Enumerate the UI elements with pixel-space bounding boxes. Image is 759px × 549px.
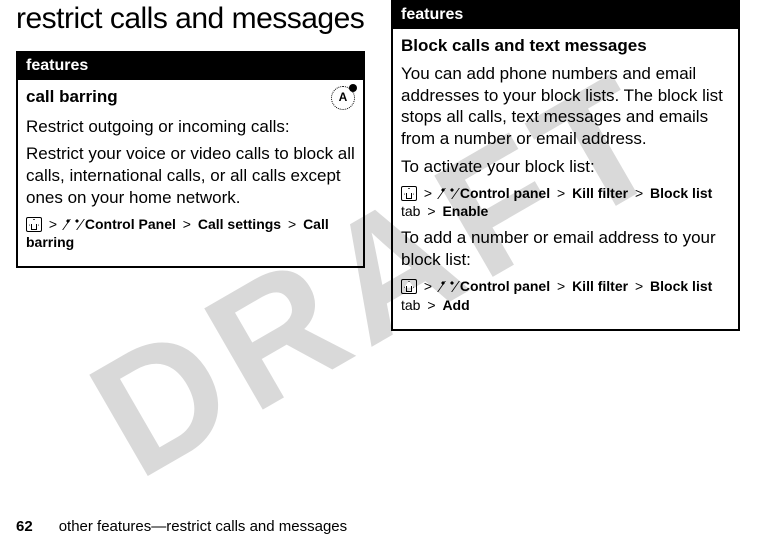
- feature-activate-intro: To activate your block list:: [401, 156, 730, 178]
- separator: >: [424, 297, 438, 313]
- separator: >: [424, 203, 438, 219]
- path-tab: tab: [401, 203, 420, 219]
- tools-icon: [64, 217, 81, 232]
- features-header: features: [18, 53, 363, 80]
- path-tab: tab: [401, 297, 420, 313]
- tools-icon: [439, 279, 456, 294]
- page-number: 62: [16, 518, 33, 535]
- home-icon: [26, 217, 42, 232]
- path-step: Control panel: [460, 185, 550, 201]
- separator: >: [421, 278, 435, 294]
- home-icon: [401, 279, 417, 294]
- separator: >: [421, 185, 435, 201]
- home-icon: [401, 186, 417, 201]
- feature-desc: You can add phone numbers and email addr…: [401, 63, 730, 150]
- path-step: Kill filter: [572, 278, 628, 294]
- separator: >: [554, 185, 568, 201]
- path-step: Enable: [442, 203, 488, 219]
- section-title: restrict calls and messages: [16, 2, 365, 37]
- path-step: Block list: [650, 278, 712, 294]
- features-box-left: features call barring Restrict outgoing …: [16, 51, 365, 269]
- separator: >: [632, 278, 646, 294]
- features-header: features: [393, 2, 738, 29]
- feature-add-intro: To add a number or email address to your…: [401, 227, 730, 271]
- path-step: Block list: [650, 185, 712, 201]
- separator: >: [285, 216, 299, 232]
- feature-intro: Restrict outgoing or incoming calls:: [26, 116, 355, 138]
- feature-desc: Restrict your voice or video calls to bl…: [26, 143, 355, 208]
- page-content: restrict calls and messages features cal…: [0, 0, 759, 549]
- left-column: restrict calls and messages features cal…: [16, 0, 365, 331]
- separator: >: [46, 216, 60, 232]
- nav-path: > Control Panel > Call settings > Call b…: [26, 215, 355, 253]
- path-step: Add: [442, 297, 469, 313]
- path-step: Control panel: [460, 278, 550, 294]
- tools-icon: [439, 186, 456, 201]
- path-step: Control Panel: [85, 216, 176, 232]
- features-box-right: features Block calls and text messages Y…: [391, 0, 740, 331]
- feature-name: Block calls and text messages: [401, 35, 647, 57]
- separator: >: [180, 216, 194, 232]
- page-footer: 62 other features—restrict calls and mess…: [16, 518, 347, 535]
- nav-path-add: > Control panel > Kill filter > Block li…: [401, 277, 730, 315]
- path-step: Kill filter: [572, 185, 628, 201]
- operator-dependent-icon: [331, 86, 355, 110]
- separator: >: [632, 185, 646, 201]
- footer-text: other features—restrict calls and messag…: [59, 518, 347, 535]
- separator: >: [554, 278, 568, 294]
- path-step: Call settings: [198, 216, 281, 232]
- nav-path-enable: > Control panel > Kill filter > Block li…: [401, 184, 730, 222]
- right-column: features Block calls and text messages Y…: [391, 0, 740, 331]
- feature-name: call barring: [26, 86, 118, 108]
